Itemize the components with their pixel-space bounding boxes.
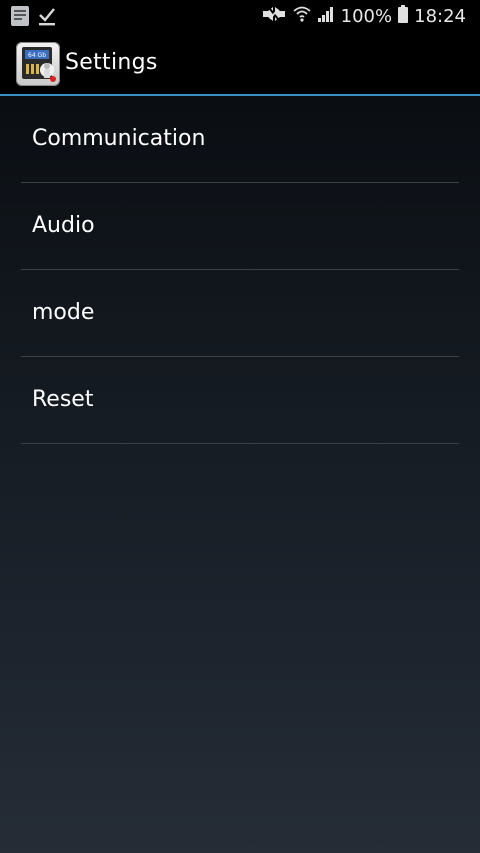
settings-item-label: Reset — [32, 387, 94, 412]
battery-percent: 100% — [340, 6, 393, 27]
settings-item-audio[interactable]: Audio — [21, 183, 459, 270]
notes-icon — [10, 5, 30, 31]
signal-icon — [317, 5, 335, 28]
app-icon[interactable]: 64 Gb — [16, 42, 60, 86]
page-title: Settings — [65, 50, 158, 75]
wifi-icon — [293, 5, 311, 28]
settings-item-reset[interactable]: Reset — [21, 357, 459, 444]
settings-list: Communication Audio mode Reset — [21, 96, 459, 444]
settings-item-label: Communication — [32, 126, 206, 151]
check-download-icon — [38, 6, 56, 30]
clock: 18:24 — [414, 6, 466, 27]
app-icon-text: 64 Gb — [28, 52, 46, 59]
settings-item-label: mode — [32, 300, 95, 325]
settings-item-mode[interactable]: mode — [21, 270, 459, 357]
screen: 100% 18:24 64 Gb Settings Communication … — [0, 0, 480, 853]
battery-icon — [398, 5, 409, 28]
status-right: 100% 18:24 — [261, 0, 466, 33]
status-left — [10, 5, 56, 31]
mute-icon — [261, 5, 287, 28]
action-bar: 64 Gb Settings — [0, 33, 480, 96]
settings-item-communication[interactable]: Communication — [21, 96, 459, 183]
status-bar: 100% 18:24 — [0, 0, 480, 33]
settings-item-label: Audio — [32, 213, 95, 238]
